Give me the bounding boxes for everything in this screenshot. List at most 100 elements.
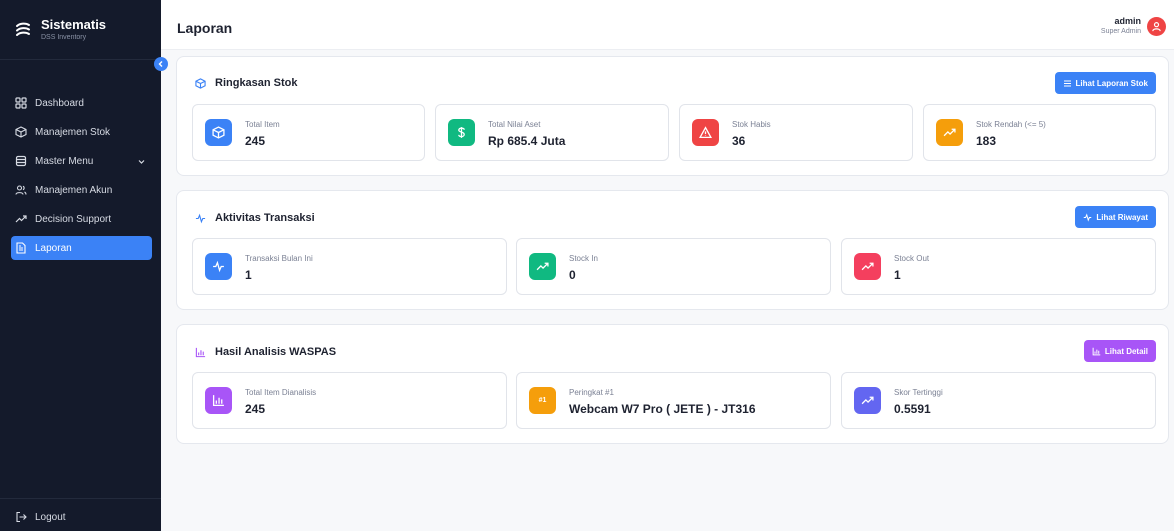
divider [0,498,161,499]
stat-icon-box [854,253,881,280]
user-menu[interactable]: admin Super Admin [1101,16,1166,36]
sidebar-item-label: Manajemen Stok [35,126,111,138]
dollar-icon [458,127,465,138]
logout-button[interactable]: Logout [15,511,66,523]
card-title: Hasil Analisis WASPAS [215,346,337,358]
stat-value: Webcam W7 Pro ( JETE ) - JT316 [569,402,756,416]
stat-stock-out: Stock Out 1 [841,238,1156,295]
card-title: Aktivitas Transaksi [215,212,315,224]
sidebar-item-decision-support[interactable]: Decision Support [11,207,152,231]
trending-up-icon [15,215,27,223]
stat-value: 183 [976,134,997,148]
app-name: Sistematis [41,16,107,32]
chevron-down-icon[interactable] [137,157,146,166]
file-text-icon [16,242,26,254]
stat-label: Stok Habis [732,120,771,129]
list-icon [1063,79,1071,87]
activity-icon [195,213,206,223]
sidebar-nav: Dashboard Manajemen Stok Master Menu Man… [0,91,161,265]
stat-peringkat-1: #1 Peringkat #1 Webcam W7 Pro ( JETE ) -… [516,372,831,429]
stat-value: 245 [245,134,266,148]
stat-icon-box [205,387,232,414]
collapse-sidebar-button[interactable] [154,57,168,71]
stat-total-nilai-aset: Total Nilai Aset Rp 685.4 Juta [435,104,669,161]
grid-icon [15,97,27,109]
warning-icon [699,126,712,139]
bar-chart-icon [195,347,206,357]
sidebar-item-label: Dashboard [35,97,84,109]
user-role: Super Admin [1100,28,1141,35]
user-name: admin [1114,16,1141,26]
bar-chart-icon [1092,347,1101,355]
stat-stock-in: Stock In 0 [516,238,831,295]
trending-up-icon [861,262,874,271]
avatar[interactable] [1147,16,1166,36]
sidebar-item-master-menu[interactable]: Master Menu [11,149,152,173]
stat-value: 0.5591 [894,402,931,416]
rank-badge: #1 [529,387,556,414]
lihat-riwayat-button[interactable]: Lihat Riwayat [1075,206,1156,228]
chevron-left-icon [158,61,163,67]
sidebar-item-manajemen-stok[interactable]: Manajemen Stok [11,120,152,144]
card-header: Hasil Analisis WASPAS [195,346,336,358]
trending-up-icon [861,396,874,405]
cube-icon [15,126,27,138]
stat-icon-box [448,119,475,146]
aktivitas-transaksi-card: Aktivitas Transaksi Lihat Riwayat Transa… [176,190,1169,310]
sidebar-item-label: Decision Support [35,213,112,225]
button-label: Lihat Laporan Stok [1075,78,1148,88]
stat-label: Stok Rendah (<= 5) [976,120,1046,129]
stat-icon-box [692,119,719,146]
sidebar-item-label: Manajemen Akun [35,184,113,196]
card-header: Ringkasan Stok [195,77,298,89]
activity-icon [1084,212,1092,222]
stat-label: Stock In [569,254,598,263]
stat-total-item: Total Item 245 [192,104,425,161]
card-title: Ringkasan Stok [215,77,298,89]
stat-label: Total Item [245,120,280,129]
database-icon [15,155,27,167]
brand[interactable]: Sistematis DSS Inventory [0,0,161,60]
stat-label: Total Item Dianalisis [245,388,317,397]
activity-icon [213,260,224,273]
stat-label: Peringkat #1 [569,388,614,397]
trending-up-icon [536,262,549,271]
stat-icon-box [205,253,232,280]
card-header: Aktivitas Transaksi [195,212,315,224]
sidebar-item-label: Master Menu [35,155,94,167]
sidebar-item-manajemen-akun[interactable]: Manajemen Akun [11,178,152,202]
stat-icon-box [529,253,556,280]
trending-up-icon [943,128,956,137]
stat-label: Total Nilai Aset [488,120,541,129]
lihat-laporan-stok-button[interactable]: Lihat Laporan Stok [1054,72,1156,94]
stat-skor-tertinggi: Skor Tertinggi 0.5591 [841,372,1156,429]
top-header: Laporan admin Super Admin [161,0,1174,50]
sidebar-item-dashboard[interactable]: Dashboard [11,91,152,115]
stat-label: Stock Out [894,254,930,263]
stat-value: 1 [245,268,252,282]
sidebar-item-label: Laporan [35,242,72,254]
bar-chart-icon [212,395,224,407]
user-icon [1152,21,1161,31]
stat-value: Rp 685.4 Juta [488,134,566,148]
stat-label: Skor Tertinggi [894,388,943,397]
stat-icon-box [936,119,963,146]
sidebar: Sistematis DSS Inventory Dashboard Manaj… [0,0,161,531]
logout-label: Logout [35,511,66,523]
lihat-detail-button[interactable]: Lihat Detail [1083,340,1156,362]
users-icon [15,185,27,195]
page-title: Laporan [177,20,233,36]
cube-icon [212,126,225,139]
logout-icon [16,511,27,523]
app-subtitle: DSS Inventory [41,33,87,41]
stat-value: 0 [569,268,576,282]
stat-value: 245 [245,402,266,416]
stat-value: 1 [894,268,901,282]
sidebar-item-laporan[interactable]: Laporan [11,236,152,260]
stat-label: Transaksi Bulan Ini [245,254,313,263]
stat-icon-box [854,387,881,414]
stat-value: 36 [732,134,746,148]
stat-total-item-dianalisis: Total Item Dianalisis 245 [192,372,507,429]
stat-stok-habis: Stok Habis 36 [679,104,913,161]
button-label: Lihat Detail [1104,346,1148,356]
